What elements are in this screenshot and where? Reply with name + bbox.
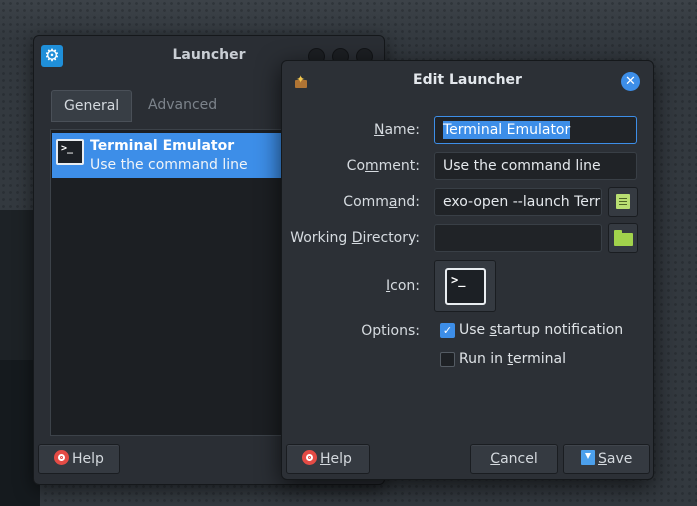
cancel-button[interactable]: Cancel <box>470 444 558 474</box>
command-field[interactable]: exo-open --launch Terr <box>434 188 602 216</box>
mnemonic: a <box>388 194 398 210</box>
mnemonic: S <box>598 451 607 467</box>
name-label: Name: <box>374 122 420 138</box>
close-icon[interactable]: ✕ <box>621 72 640 91</box>
button-label: ave <box>606 451 633 467</box>
label-text: Use <box>459 322 490 338</box>
mnemonic: N <box>373 122 385 138</box>
mnemonic: s <box>489 322 497 338</box>
icon-label: Icon: <box>386 278 420 294</box>
label-text: Comm <box>343 194 389 210</box>
comment-field[interactable]: Use the command line <box>434 152 637 180</box>
comment-label: Comment: <box>347 158 420 174</box>
label-text: ame: <box>384 122 420 138</box>
startup-notification-checkbox[interactable]: ✓ <box>440 323 455 338</box>
document-icon <box>616 194 630 209</box>
browse-folder-button[interactable] <box>608 223 638 253</box>
command-label: Command: <box>343 194 420 210</box>
label-text: con: <box>390 278 420 294</box>
terminal-icon: >_ <box>56 139 84 165</box>
mnemonic: H <box>320 451 331 467</box>
item-name: Terminal Emulator <box>90 138 235 154</box>
name-field[interactable]: Terminal Emulator <box>434 116 637 144</box>
label-text: erminal <box>513 351 567 367</box>
help-label: Help <box>72 451 104 467</box>
run-in-terminal-checkbox[interactable] <box>440 352 455 367</box>
browse-application-button[interactable] <box>608 187 638 217</box>
help-button[interactable]: Help <box>286 444 370 474</box>
button-label: ancel <box>500 451 538 467</box>
folder-icon <box>614 230 633 246</box>
label-text: Co <box>346 158 366 174</box>
button-label: elp <box>330 451 352 467</box>
label-text: Run in <box>459 351 508 367</box>
label-text: ment: <box>378 158 420 174</box>
label-text: nd: <box>397 194 420 210</box>
terminal-icon: >_ <box>445 268 486 305</box>
working-directory-label: Working Directory: <box>290 230 420 246</box>
save-button[interactable]: Save <box>563 444 650 474</box>
label-text: irectory: <box>362 230 420 246</box>
options-label: Options: <box>361 323 420 339</box>
tab-general[interactable]: General <box>51 90 133 122</box>
mnemonic: C <box>490 451 501 467</box>
lifebuoy-icon <box>54 450 69 465</box>
working-directory-field[interactable] <box>434 224 602 252</box>
run-in-terminal-label[interactable]: Run in terminal <box>459 351 566 367</box>
name-value: Terminal Emulator <box>443 121 571 139</box>
item-description: Use the command line <box>90 157 248 173</box>
label-text: Working <box>290 230 352 246</box>
help-button[interactable]: Help <box>38 444 120 474</box>
edit-launcher-dialog: ✦ Edit Launcher ✕ Name: Terminal Emulato… <box>281 60 654 480</box>
mnemonic: m <box>365 158 379 174</box>
mnemonic: D <box>351 230 363 246</box>
tab-advanced[interactable]: Advanced <box>136 90 229 122</box>
save-icon <box>581 450 595 465</box>
lifebuoy-icon <box>302 450 317 465</box>
label-text: tartup notification <box>496 322 624 338</box>
startup-notification-label[interactable]: Use startup notification <box>459 322 623 338</box>
dialog-title: Edit Launcher <box>413 72 522 88</box>
icon-picker-button[interactable]: >_ <box>434 260 496 312</box>
